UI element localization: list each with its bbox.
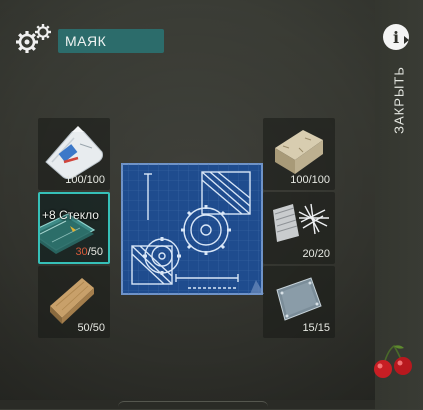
count-required: 20	[317, 248, 330, 260]
count-current: 50	[77, 322, 90, 334]
resource-slot-glass[interactable]: +8 Стекло 30/50	[38, 192, 110, 264]
info-icon: i	[392, 27, 400, 47]
count-current: 30	[75, 246, 88, 258]
resource-slot-wood[interactable]: 50/50	[38, 266, 110, 338]
gears-icon[interactable]	[14, 22, 54, 56]
count-required: 100	[311, 174, 330, 186]
close-label: ЗАКРЫТЬ	[391, 66, 407, 134]
resource-count: 100/100	[290, 174, 330, 186]
resource-slot-stone[interactable]: 100/100	[263, 118, 335, 190]
glass-bonus-label: +8 Стекло	[42, 208, 99, 222]
cherry-icon	[368, 344, 418, 380]
resource-count: 15/15	[302, 322, 330, 334]
blueprint-icon[interactable]	[118, 160, 268, 300]
count-current: 15	[302, 322, 315, 334]
info-pointer-icon	[404, 36, 409, 44]
count-required: 100	[86, 174, 105, 186]
resource-count: 100/100	[65, 174, 105, 186]
resource-slot-steel-plate[interactable]: 15/15	[263, 266, 335, 338]
resource-count: 30/50	[75, 246, 103, 258]
resource-slot-cement[interactable]: 100/100	[38, 118, 110, 190]
close-button[interactable]: ЗАКРЫТЬ	[379, 62, 419, 138]
building-title: МАЯК	[65, 33, 107, 49]
count-current: 20	[302, 248, 315, 260]
count-required: 50	[92, 322, 105, 334]
building-title-bar: МАЯК	[58, 29, 164, 53]
resource-slot-metal-wire[interactable]: 20/20	[263, 192, 335, 264]
resource-count: 20/20	[302, 248, 330, 260]
count-required: 50	[90, 246, 103, 258]
count-current: 100	[290, 174, 309, 186]
count-required: 15	[317, 322, 330, 334]
resource-count: 50/50	[77, 322, 105, 334]
count-current: 100	[65, 174, 84, 186]
